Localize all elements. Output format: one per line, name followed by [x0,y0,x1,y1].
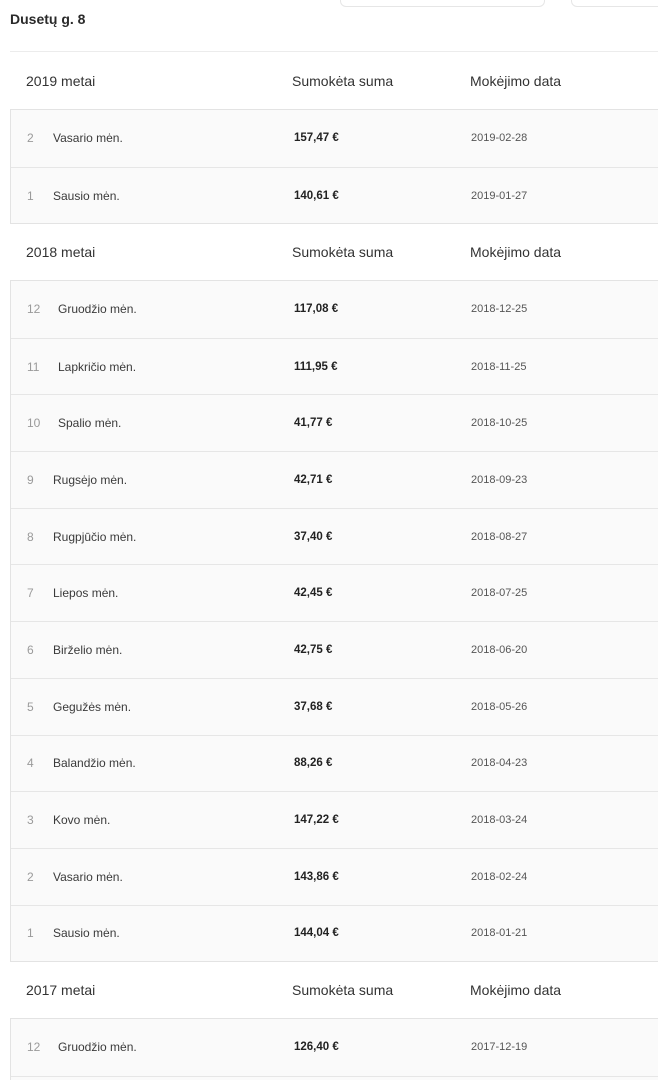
month-name: Gruodžio mėn. [58,1040,137,1055]
paid-amount: 41,77 € [294,417,333,430]
month-number: 2 [27,869,34,884]
month-number: 10 [27,416,41,431]
payment-row[interactable]: 10 Spalio mėn. 41,77 € 2018-10-25 [11,394,658,451]
payment-row[interactable] [11,1075,658,1080]
payment-date: 2018-08-27 [471,530,528,543]
payment-date: 2018-02-24 [471,870,528,883]
month-number: 6 [27,642,34,657]
month-name: Sausio mėn. [53,188,120,203]
payment-row[interactable]: 12 Gruodžio mėn. 117,08 € 2018-12-25 [11,281,658,338]
payment-date: 2019-01-27 [471,189,528,202]
month-name: Kovo mėn. [53,813,111,828]
paid-amount: 126,40 € [294,1041,339,1054]
paid-amount: 42,71 € [294,473,333,486]
amount-column-header: Sumokėta suma [292,72,394,89]
year-section-2018: 2018 metai Sumokėta suma Mokėjimo data 1… [10,223,658,963]
paid-amount: 37,68 € [294,700,333,713]
paid-amount: 144,04 € [294,927,339,940]
payment-list: 12 Gruodžio mėn. 117,08 € 2018-12-25 11 … [10,280,658,963]
month-name: Vasario mėn. [53,869,123,884]
month-number: 5 [27,699,34,714]
payment-date: 2018-07-25 [471,587,528,600]
payment-row[interactable]: 1 Sausio mėn. 144,04 € 2018-01-21 [11,904,658,962]
payment-list: 12 Gruodžio mėn. 126,40 € 2017-12-19 [10,1018,658,1080]
payment-date: 2017-12-19 [471,1041,528,1054]
payment-row[interactable]: 6 Birželio mėn. 42,75 € 2018-06-20 [11,621,658,678]
payment-date: 2018-11-25 [471,360,527,373]
date-column-header: Mokėjimo data [470,243,562,260]
payment-row[interactable]: 12 Gruodžio mėn. 126,40 € 2017-12-19 [11,1019,658,1076]
year-title: 2017 metai [26,981,96,998]
month-number: 3 [27,813,34,828]
month-name: Vasario mėn. [53,131,123,146]
payment-row[interactable]: 8 Rugpjūčio mėn. 37,40 € 2018-08-27 [11,507,658,565]
year-header: 2017 metai Sumokėta suma Mokėjimo data [10,961,658,1018]
date-column-header: Mokėjimo data [470,72,562,89]
amount-column-header: Sumokėta suma [292,981,394,998]
payment-date: 2018-06-20 [471,643,528,656]
paid-amount: 157,47 € [294,132,339,145]
paid-amount: 143,86 € [294,870,339,883]
payment-row[interactable]: 7 Liepos mėn. 42,45 € 2018-07-25 [11,564,658,621]
payment-row[interactable]: 11 Lapkričio mėn. 111,95 € 2018-11-25 [11,337,658,395]
date-column-header: Mokėjimo data [470,981,562,998]
month-number: 1 [27,188,34,203]
payment-list: 2 Vasario mėn. 157,47 € 2019-02-28 1 Sau… [10,109,658,225]
payment-row[interactable]: 9 Rugsėjo mėn. 42,71 € 2018-09-23 [11,451,658,508]
payment-date: 2019-02-28 [471,132,528,145]
month-number: 12 [27,1040,41,1055]
month-name: Sausio mėn. [53,926,120,941]
payment-date: 2018-10-25 [471,417,528,430]
payment-date: 2018-05-26 [471,700,528,713]
payment-date: 2018-12-25 [471,303,528,316]
payment-date: 2018-09-23 [471,473,528,486]
month-name: Balandžio mėn. [53,756,136,771]
month-name: Liepos mėn. [53,586,119,601]
month-number: 7 [27,586,34,601]
top-action-button-2[interactable] [571,0,658,7]
month-number: 8 [27,529,34,544]
month-number: 4 [27,756,34,771]
paid-amount: 88,26 € [294,757,333,770]
payment-history-page: Dusetų g. 8 2019 metai Sumokėta suma Mok… [0,0,658,1080]
payment-date: 2018-01-21 [471,927,528,940]
month-name: Gruodžio mėn. [58,302,137,317]
top-action-button-1[interactable] [340,0,545,7]
payment-row[interactable]: 2 Vasario mėn. 143,86 € 2018-02-24 [11,847,658,905]
payment-row[interactable]: 4 Balandžio mėn. 88,26 € 2018-04-23 [11,734,658,792]
paid-amount: 117,08 € [294,303,339,316]
payment-date: 2018-03-24 [471,814,528,827]
payment-row[interactable]: 1 Sausio mėn. 140,61 € 2019-01-27 [11,166,658,224]
month-name: Gegužės mėn. [53,699,132,714]
payment-date: 2018-04-23 [471,757,528,770]
year-section-2019: 2019 metai Sumokėta suma Mokėjimo data 2… [10,52,658,225]
month-name: Lapkričio mėn. [58,359,137,374]
month-number: 2 [27,131,34,146]
month-name: Birželio mėn. [53,642,123,657]
month-name: Spalio mėn. [58,416,122,431]
month-number: 1 [27,926,34,941]
month-number: 9 [27,472,34,487]
paid-amount: 140,61 € [294,189,339,202]
paid-amount: 111,95 € [294,360,338,373]
month-number: 12 [27,302,41,317]
paid-amount: 42,75 € [294,643,333,656]
payment-row[interactable]: 5 Gegužės mėn. 37,68 € 2018-05-26 [11,677,658,735]
paid-amount: 42,45 € [294,587,333,600]
year-title: 2018 metai [26,243,96,260]
paid-amount: 37,40 € [294,530,333,543]
month-name: Rugpjūčio mėn. [53,529,137,544]
paid-amount: 147,22 € [294,814,339,827]
month-name: Rugsėjo mėn. [53,472,128,487]
year-header: 2018 metai Sumokėta suma Mokėjimo data [10,223,658,280]
payment-row[interactable]: 3 Kovo mėn. 147,22 € 2018-03-24 [11,791,658,848]
year-title: 2019 metai [26,72,96,89]
month-number: 11 [27,359,40,374]
amount-column-header: Sumokėta suma [292,243,394,260]
year-header: 2019 metai Sumokėta suma Mokėjimo data [10,52,658,109]
year-section-2017: 2017 metai Sumokėta suma Mokėjimo data 1… [10,961,658,1080]
property-address: Dusetų g. 8 [10,11,86,27]
payment-row[interactable]: 2 Vasario mėn. 157,47 € 2019-02-28 [11,110,658,167]
